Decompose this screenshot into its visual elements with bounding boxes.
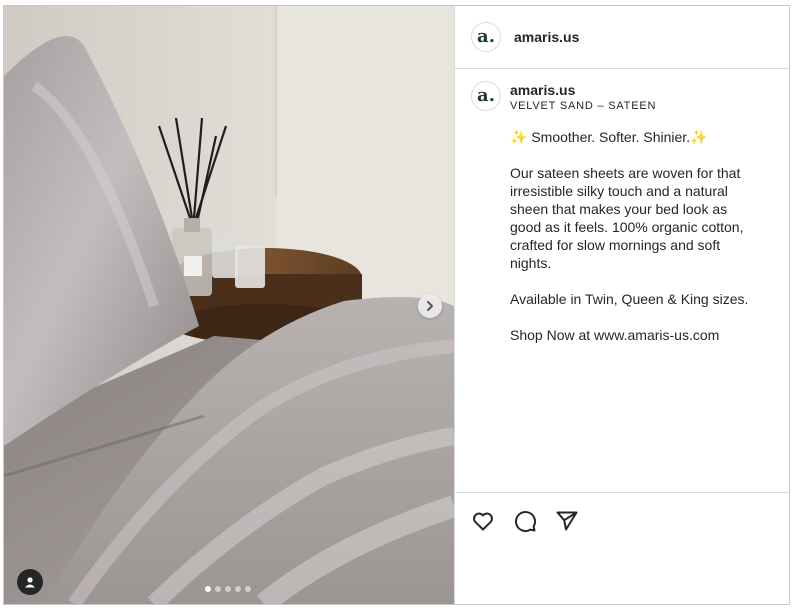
post-sidebar: a. amaris.us a. amaris.us VELVET SAND – … — [454, 6, 789, 604]
audio-subtitle[interactable]: VELVET SAND – SATEEN — [510, 100, 773, 112]
caption-author[interactable]: amaris.us — [510, 81, 773, 99]
chevron-right-icon — [427, 301, 433, 311]
action-bar — [455, 492, 789, 535]
post-media[interactable] — [4, 6, 454, 604]
heart-icon — [473, 512, 493, 531]
carousel-dot — [205, 586, 211, 592]
caption-block: a. amaris.us VELVET SAND – SATEEN ✨ Smoo… — [455, 69, 789, 344]
tagged-users-button[interactable] — [17, 569, 43, 595]
caption-text: ✨ Smoother. Softer. Shinier.✨ Our sateen… — [510, 129, 749, 343]
post-modal: a. amaris.us a. amaris.us VELVET SAND – … — [3, 5, 790, 605]
bedroom-photo — [4, 6, 454, 604]
next-slide-button[interactable] — [418, 294, 442, 318]
avatar[interactable]: a. — [471, 22, 501, 52]
header-username[interactable]: amaris.us — [514, 29, 579, 45]
carousel-dot — [215, 586, 221, 592]
like-button[interactable] — [469, 507, 497, 535]
share-button[interactable] — [553, 507, 581, 535]
carousel-dot — [225, 586, 231, 592]
comment-icon — [515, 511, 537, 533]
post-header: a. amaris.us — [455, 6, 789, 69]
carousel-indicator — [205, 586, 251, 592]
carousel-dot — [235, 586, 241, 592]
carousel-dot — [245, 586, 251, 592]
send-icon — [556, 511, 578, 531]
comment-button[interactable] — [511, 507, 539, 535]
avatar[interactable]: a. — [471, 81, 501, 111]
user-icon — [25, 577, 35, 588]
